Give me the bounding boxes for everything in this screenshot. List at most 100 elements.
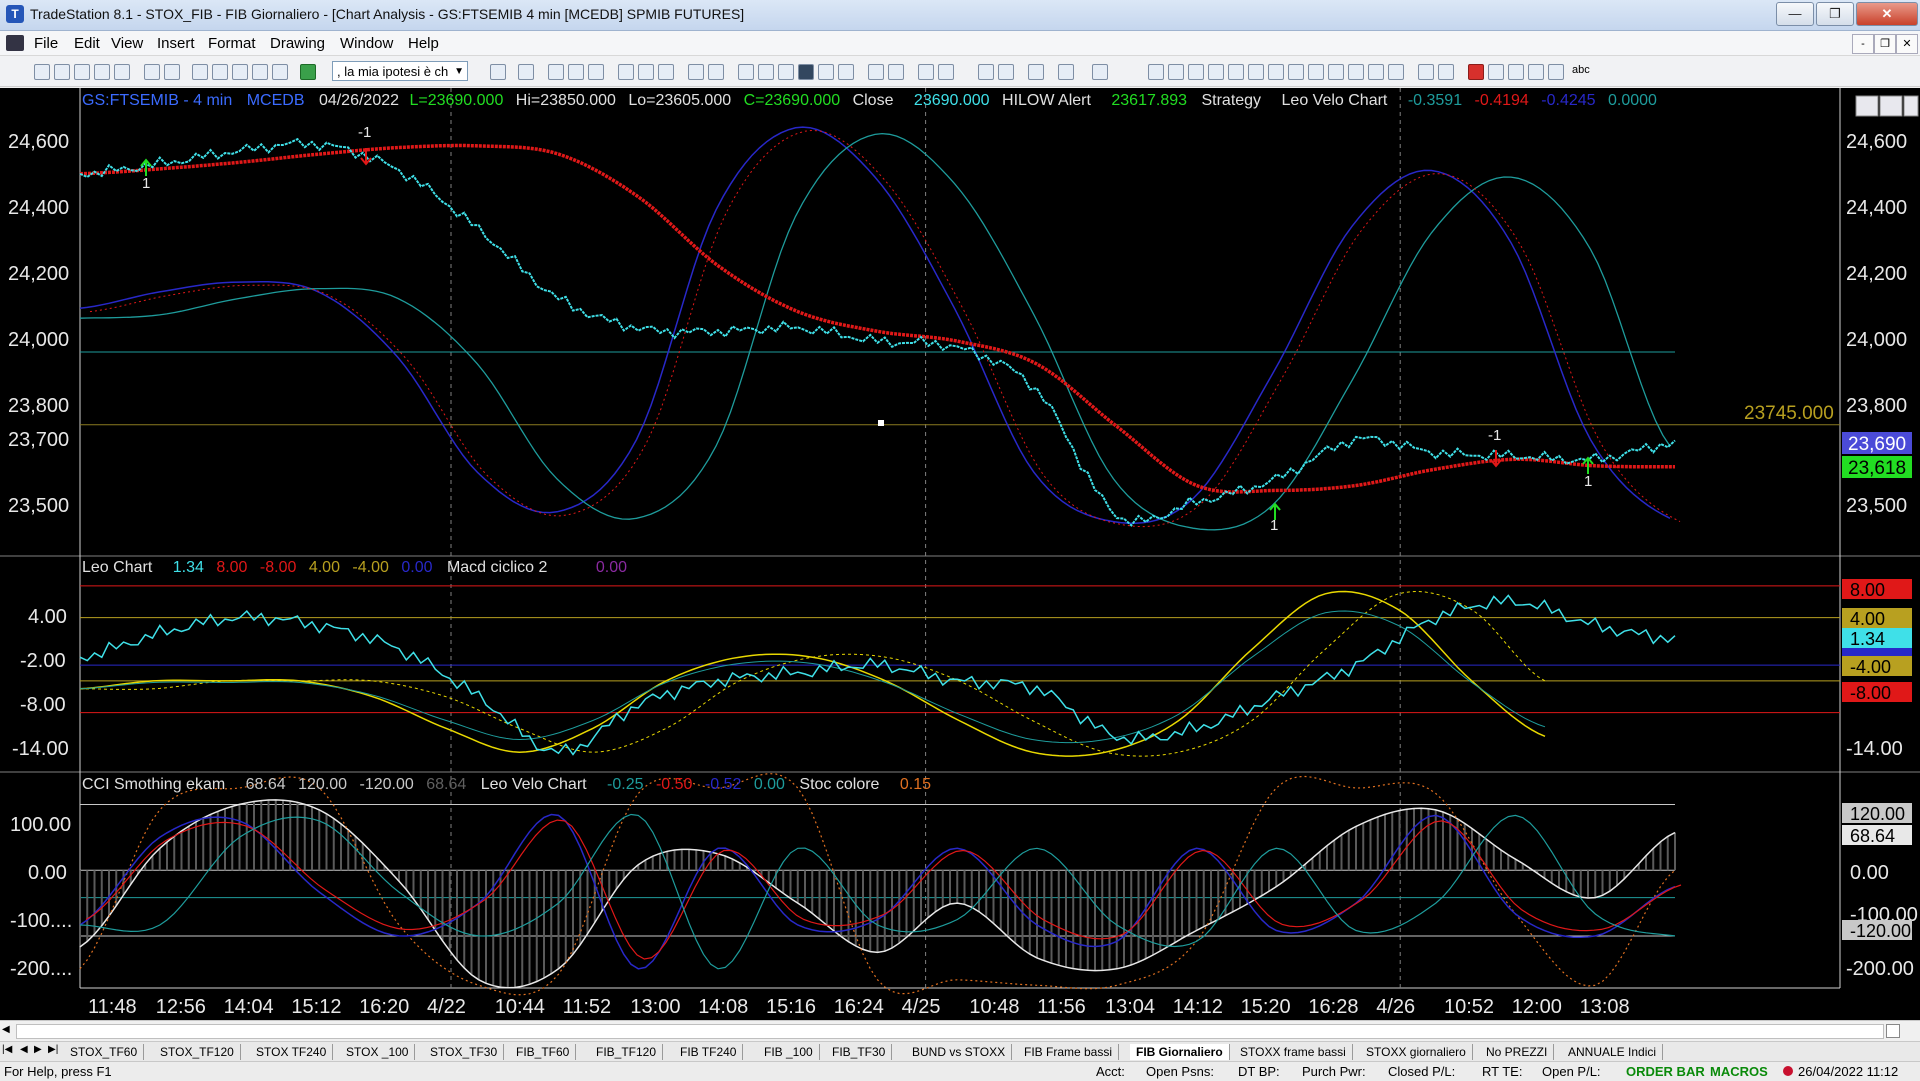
lock-icon[interactable] [252, 64, 268, 80]
save-all-icon[interactable] [114, 64, 130, 80]
tab-next-icon[interactable]: ▶ [34, 1044, 42, 1055]
panel-close-button[interactable] [1903, 95, 1919, 117]
restore-button[interactable]: ❐ [1816, 2, 1854, 26]
vertical-lines-icon[interactable] [1168, 64, 1184, 80]
cycle-icon[interactable] [1348, 64, 1364, 80]
format-icon[interactable] [688, 64, 704, 80]
cut-icon[interactable] [192, 64, 208, 80]
sell-arrow-icon[interactable] [1468, 64, 1484, 80]
note-icon[interactable] [1092, 64, 1108, 80]
tab-bund-vs-stoxx[interactable]: BUND vs STOXX [906, 1044, 1013, 1060]
order-bar-button[interactable]: ORDER BAR [1626, 1064, 1705, 1079]
tab-no-prezzi[interactable]: No PREZZI [1480, 1044, 1555, 1060]
new-icon[interactable] [34, 64, 50, 80]
tab-stox-tf30[interactable]: STOX_TF30 [424, 1044, 505, 1060]
tab-annuale-indici[interactable]: ANNUALE Indici [1562, 1044, 1664, 1060]
arc-icon[interactable] [1368, 64, 1384, 80]
square-icon[interactable] [1548, 64, 1564, 80]
expand-icon[interactable] [888, 64, 904, 80]
close-button[interactable]: ✕ [1856, 2, 1918, 26]
panel-restore-button[interactable] [1879, 95, 1903, 117]
print-icon[interactable] [164, 64, 180, 80]
bar-chart-icon[interactable] [618, 64, 634, 80]
tab-fib-tf30[interactable]: FIB_TF30 [826, 1044, 893, 1060]
tab-fib-100[interactable]: FIB _100 [758, 1044, 820, 1060]
arrow-both-icon[interactable] [1308, 64, 1324, 80]
symbol-link-icon[interactable] [708, 64, 724, 80]
tab-fib-tf240[interactable]: FIB TF240 [674, 1044, 744, 1060]
tab-fib-frame-bassi[interactable]: FIB Frame bassi [1018, 1044, 1120, 1060]
strategy-icon[interactable] [658, 64, 674, 80]
ellipse-icon[interactable] [1528, 64, 1544, 80]
symbol-combo[interactable]: , la mia ipotesi è ch ▼ [332, 61, 468, 81]
scroll-left-icon[interactable]: ◀ [2, 1024, 10, 1035]
channel-icon[interactable] [1328, 64, 1344, 80]
candle-icon[interactable] [798, 64, 814, 80]
paste-icon[interactable] [232, 64, 248, 80]
menu-help[interactable]: Help [408, 35, 439, 52]
indicator-icon[interactable] [758, 64, 774, 80]
hlc-bars-icon[interactable] [838, 64, 854, 80]
buy-arrow-icon[interactable] [1488, 64, 1504, 80]
pencil-icon[interactable] [1388, 64, 1404, 80]
mdi-close-button[interactable]: ✕ [1896, 34, 1918, 54]
tab-prev-icon[interactable]: ◀ [20, 1044, 28, 1055]
curve-icon[interactable] [1418, 64, 1434, 80]
save-icon[interactable] [94, 64, 110, 80]
menu-insert[interactable]: Insert [157, 35, 195, 52]
tab-stox-tf240[interactable]: STOX TF240 [250, 1044, 334, 1060]
gann-fan-icon[interactable] [1288, 64, 1304, 80]
chart-document-icon[interactable] [6, 35, 24, 51]
zoom-out-icon[interactable] [938, 64, 954, 80]
menu-format[interactable]: Format [208, 35, 256, 52]
scroll-end-icon[interactable] [1886, 1024, 1900, 1038]
copy-icon[interactable] [212, 64, 228, 80]
showme-icon[interactable] [778, 64, 794, 80]
tab-fib-giornaliero[interactable]: FIB Giornaliero [1130, 1044, 1230, 1060]
minimize-button[interactable]: — [1776, 2, 1814, 26]
tab-stox-tf120[interactable]: STOX_TF120 [154, 1044, 241, 1060]
tab-first-icon[interactable]: |◀ [2, 1044, 12, 1055]
mdi-restore-button[interactable]: ❐ [1874, 34, 1896, 54]
tab-stox-tf60[interactable]: STOX_TF60 [64, 1044, 145, 1060]
tab-stoxx-giornaliero[interactable]: STOXX giornaliero [1360, 1044, 1473, 1060]
tools-icon[interactable] [1028, 64, 1044, 80]
mdi-minimize-button[interactable]: - [1852, 34, 1874, 54]
insert-study-icon[interactable] [638, 64, 654, 80]
panel-minimize-button[interactable] [1855, 95, 1879, 117]
menu-file[interactable]: File [34, 35, 58, 52]
speed-lines-icon[interactable] [1248, 64, 1264, 80]
menu-drawing[interactable]: Drawing [270, 35, 325, 52]
text-tool-icon[interactable]: abc [1572, 64, 1590, 76]
open-icon[interactable] [54, 64, 70, 80]
search-icon[interactable] [518, 64, 534, 80]
fibonacci-icon[interactable] [1208, 64, 1224, 80]
compress-icon[interactable] [868, 64, 884, 80]
radar-screen-icon[interactable] [568, 64, 584, 80]
andrews-pitchfork-icon[interactable] [1268, 64, 1284, 80]
tab-stoxx-frame-bassi[interactable]: STOXX frame bassi [1234, 1044, 1353, 1060]
macro-icon[interactable] [272, 64, 288, 80]
pointer-icon[interactable] [978, 64, 994, 80]
tab-stox-100[interactable]: STOX _100 [340, 1044, 416, 1060]
chart-analysis-window[interactable]: GS:FTSEMIB - 4 min MCEDB 04/26/2022 L=23… [0, 88, 1920, 1025]
tab-fib-tf120[interactable]: FIB_TF120 [590, 1044, 664, 1060]
open-workspace-icon[interactable] [74, 64, 90, 80]
chevron-down-icon[interactable]: ▼ [454, 62, 464, 82]
tab-fib-tf60[interactable]: FIB_TF60 [510, 1044, 577, 1060]
globe-icon[interactable] [300, 64, 316, 80]
trendline-icon[interactable] [1148, 64, 1164, 80]
regression-icon[interactable] [1228, 64, 1244, 80]
matrix-icon[interactable] [588, 64, 604, 80]
bars-icon[interactable] [818, 64, 834, 80]
menu-view[interactable]: View [111, 35, 143, 52]
horizontal-lines-icon[interactable] [1188, 64, 1204, 80]
data-window-icon[interactable] [998, 64, 1014, 80]
menu-window[interactable]: Window [340, 35, 393, 52]
chart-horizontal-scrollbar[interactable]: ◀ [0, 1020, 1920, 1041]
line-icon[interactable] [1438, 64, 1454, 80]
chart-window-icon[interactable] [548, 64, 564, 80]
alert-icon[interactable] [1058, 64, 1074, 80]
rectangle-icon[interactable] [1508, 64, 1524, 80]
print-preview-icon[interactable] [144, 64, 160, 80]
